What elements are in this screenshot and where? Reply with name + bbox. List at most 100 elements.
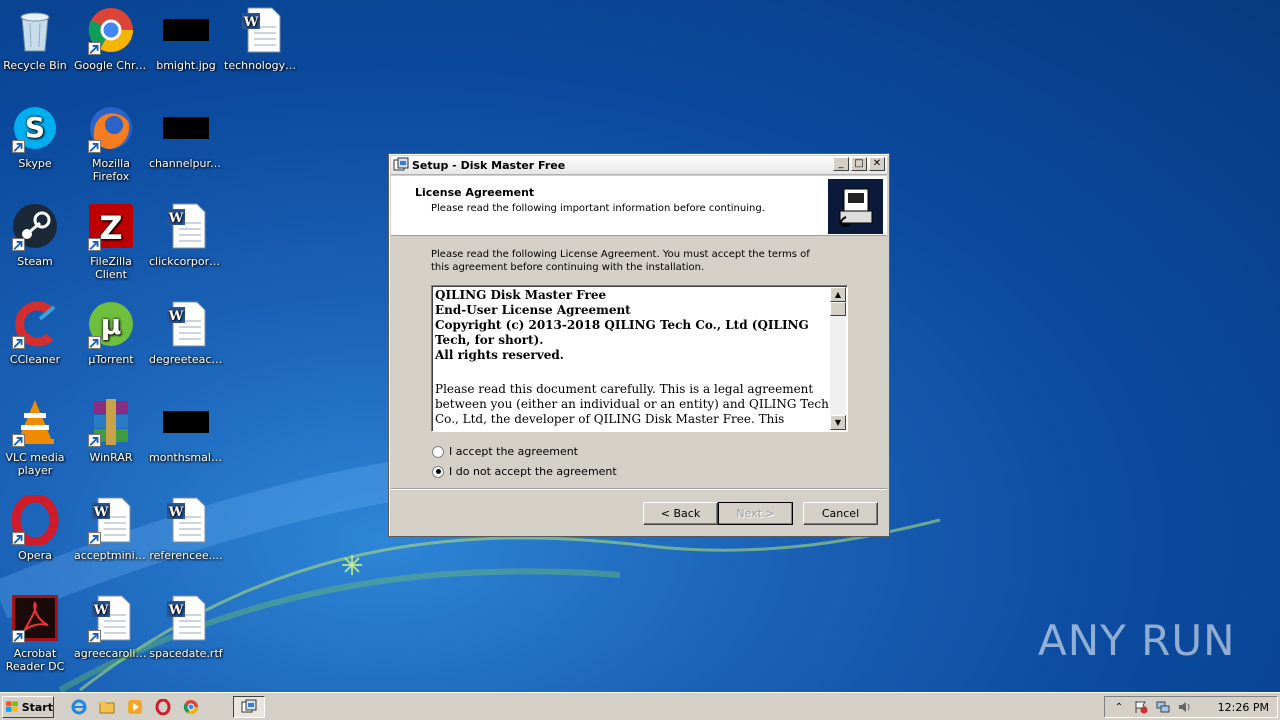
license-textarea[interactable]: QILING Disk Master Free End-User License… [431,285,848,432]
desktop-icon[interactable]: S Skype [0,103,73,170]
desktop-icon[interactable]: VLC media player [0,397,73,477]
firefox-icon [86,103,136,153]
scroll-thumb[interactable] [830,302,846,316]
desktop-icon[interactable]: Wacceptmini.... [73,495,149,562]
shortcut-arrow-icon [12,532,25,545]
decline-radio[interactable]: I do not accept the agreement [432,465,617,478]
skype-icon: S [10,103,60,153]
taskbar-setup-button[interactable] [233,696,265,718]
explorer-icon[interactable] [98,698,116,716]
desktop-icon[interactable]: Wspacedate.rtf [148,593,224,660]
desktop-icon[interactable]: channelpur.... [148,103,224,170]
license-scrollbar[interactable]: ▲ ▼ [830,287,846,430]
license-line: All rights reserved. [435,348,564,362]
desktop-icon[interactable]: Mozilla Firefox [73,103,149,183]
desktop-icon-label: technologyc.... [224,59,299,72]
desktop-icon[interactable]: µ µTorrent [73,299,149,366]
desktop-icon-label: VLC media player [5,451,65,477]
utorrent-icon: µ [86,299,136,349]
anyrun-watermark: ANY RUN [1038,608,1238,672]
disk-installer-icon [828,179,883,234]
desktop-icon[interactable]: WinRAR [73,397,149,464]
desktop-icon-label: acceptmini.... [74,549,149,562]
desktop-icon[interactable]: Wreferencee.... [148,495,224,562]
desktop-icon[interactable]: Wtechnologyc.... [223,5,299,72]
volume-icon[interactable] [1177,699,1193,715]
license-line: Copyright (c) 2013-2018 QILING Tech Co.,… [435,318,809,347]
desktop-icon[interactable]: Steam [0,201,73,268]
desktop-icon[interactable]: Wclickcorpora.... [148,201,224,268]
shortcut-arrow-icon [88,336,101,349]
svg-text:W: W [168,603,184,618]
clock[interactable]: 12:26 PM [1218,701,1269,714]
next-button[interactable]: Next > [718,502,793,525]
license-line: QILING Disk Master Free [435,288,607,302]
word-document-icon: W [161,593,211,643]
desktop-icon-label: agreecaroli.... [74,647,149,660]
desktop-icon-label: degreeteac.... [149,353,224,366]
header-title: License Agreement [415,186,535,199]
desktop-icon-label: Acrobat Reader DC [5,647,65,673]
shortcut-arrow-icon [88,42,101,55]
accept-radio[interactable]: I accept the agreement [432,445,578,458]
opera-icon[interactable] [154,698,172,716]
scroll-up-button[interactable]: ▲ [830,287,846,302]
image-file-icon [161,5,211,55]
media-player-icon[interactable] [126,698,144,716]
desktop-icon[interactable]: Z FileZilla Client [73,201,149,281]
desktop-icon-label: FileZilla Client [90,255,132,281]
desktop-icon[interactable]: Acrobat Reader DC [0,593,73,673]
desktop-icon[interactable]: Wagreecaroli.... [73,593,149,660]
network-icon[interactable] [1155,699,1171,715]
desktop-icon[interactable]: Recycle Bin [0,5,73,72]
winrar-icon [86,397,136,447]
radio-circle[interactable] [432,465,444,478]
minimize-button[interactable]: _ [833,157,849,171]
shortcut-arrow-icon [12,140,25,153]
back-button[interactable]: < Back [643,502,718,525]
desktop-icon[interactable]: monthsmalli.... [148,397,224,464]
instructions-text: Please read the following License Agreem… [431,249,810,273]
maximize-button[interactable]: □ [851,157,867,171]
show-hidden-icons-arrow[interactable]: ⌃ [1111,699,1127,715]
desktop-icon-label: Skype [18,157,52,170]
ccleaner-icon [10,299,60,349]
close-icon: ✕ [872,158,882,169]
shortcut-arrow-icon [88,238,101,251]
word-document-icon: W [161,495,211,545]
image-file-icon [161,103,211,153]
shortcut-arrow-icon [12,336,25,349]
start-button[interactable]: Start [2,696,54,718]
radio-circle[interactable] [432,445,444,458]
arrow-down-icon: ▼ [834,418,842,427]
desktop-icon-label: CCleaner [9,353,61,366]
desktop-icon[interactable]: bmight.jpg [148,5,224,72]
shortcut-arrow-icon [12,434,25,447]
chrome-icon[interactable] [182,698,200,716]
word-document-icon: W [161,299,211,349]
maximize-icon: □ [854,158,864,169]
dialog-titlebar[interactable]: Setup - Disk Master Free _ □ ✕ [391,156,887,175]
desktop-icon[interactable]: Google Chrome [73,5,149,72]
filezilla-icon: Z [86,201,136,251]
cancel-button[interactable]: Cancel [803,502,878,525]
vlc-icon [10,397,60,447]
svg-text:W: W [168,505,184,520]
system-tray: ⌃ 12:26 PM [1104,696,1278,718]
close-button[interactable]: ✕ [869,157,885,171]
scroll-down-button[interactable]: ▼ [830,415,846,430]
desktop-icon[interactable]: Wdegreeteac.... [148,299,224,366]
shortcut-arrow-icon [12,630,25,643]
word-document-icon: W [236,5,286,55]
action-center-flag-icon[interactable] [1133,699,1149,715]
chrome-icon [86,5,136,55]
image-file-icon [161,397,211,447]
shortcut-arrow-icon [88,434,101,447]
accept-label: I accept the agreement [449,445,578,458]
desktop-icon[interactable]: CCleaner [0,299,73,366]
desktop-icon[interactable]: Opera [0,495,73,562]
shortcut-arrow-icon [88,532,101,545]
ie-icon[interactable] [70,698,88,716]
minimize-icon: _ [838,158,844,169]
radio-selected-dot [435,469,441,474]
